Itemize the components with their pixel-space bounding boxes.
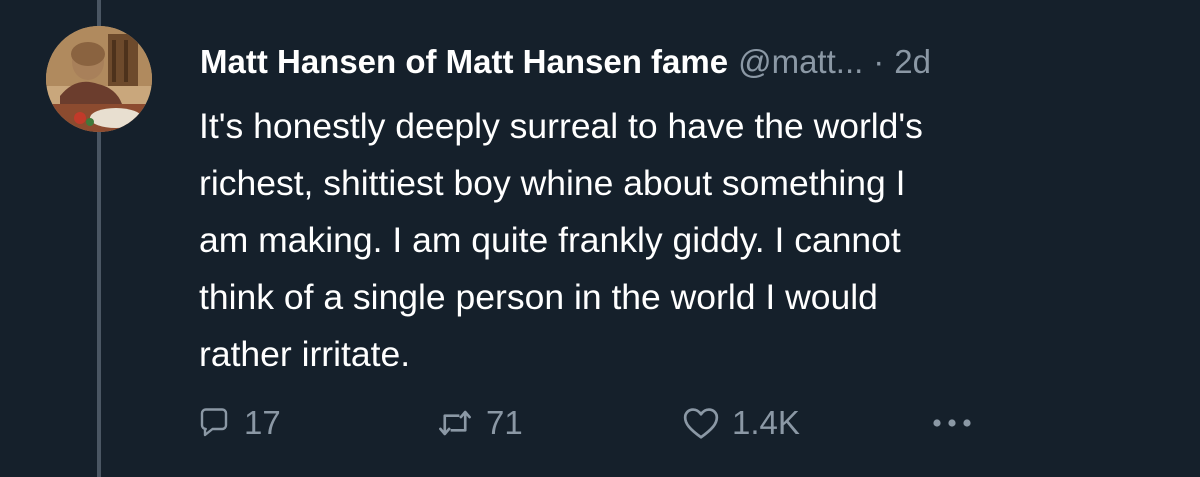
tweet-text-line: richest, shittiest boy whine about somet… [199,163,906,203]
tweet-text-line: rather irritate. [199,334,411,374]
avatar[interactable] [46,26,152,132]
reply-count: 17 [244,404,281,441]
avatar-photo [46,26,152,132]
reply-button[interactable]: 17 [196,398,281,448]
author-handle[interactable]: @matt... [738,40,863,84]
tweet-text: It's honestly deeply surreal to have the… [199,98,1159,383]
heart-icon [682,405,720,441]
tweet-text-line: It's honestly deeply surreal to have the… [199,106,923,146]
timestamp[interactable]: 2d [894,40,931,84]
tweet-header: Matt Hansen of Matt Hansen fame @matt...… [200,40,931,84]
separator-dot: · [873,43,885,80]
tweet-text-line: am making. I am quite frankly giddy. I c… [199,220,901,260]
tweet-text-line: think of a single person in the world I … [199,277,878,317]
author-name[interactable]: Matt Hansen of Matt Hansen fame [200,40,728,84]
action-bar: 17 71 1.4K [196,398,996,448]
retweet-button[interactable]: 71 [436,398,523,448]
more-button[interactable] [930,398,974,448]
reply-icon [196,405,232,441]
retweet-icon [436,405,474,441]
like-count: 1.4K [732,404,800,441]
like-button[interactable]: 1.4K [682,398,800,448]
more-icon [930,413,974,433]
retweet-count: 71 [486,404,523,441]
